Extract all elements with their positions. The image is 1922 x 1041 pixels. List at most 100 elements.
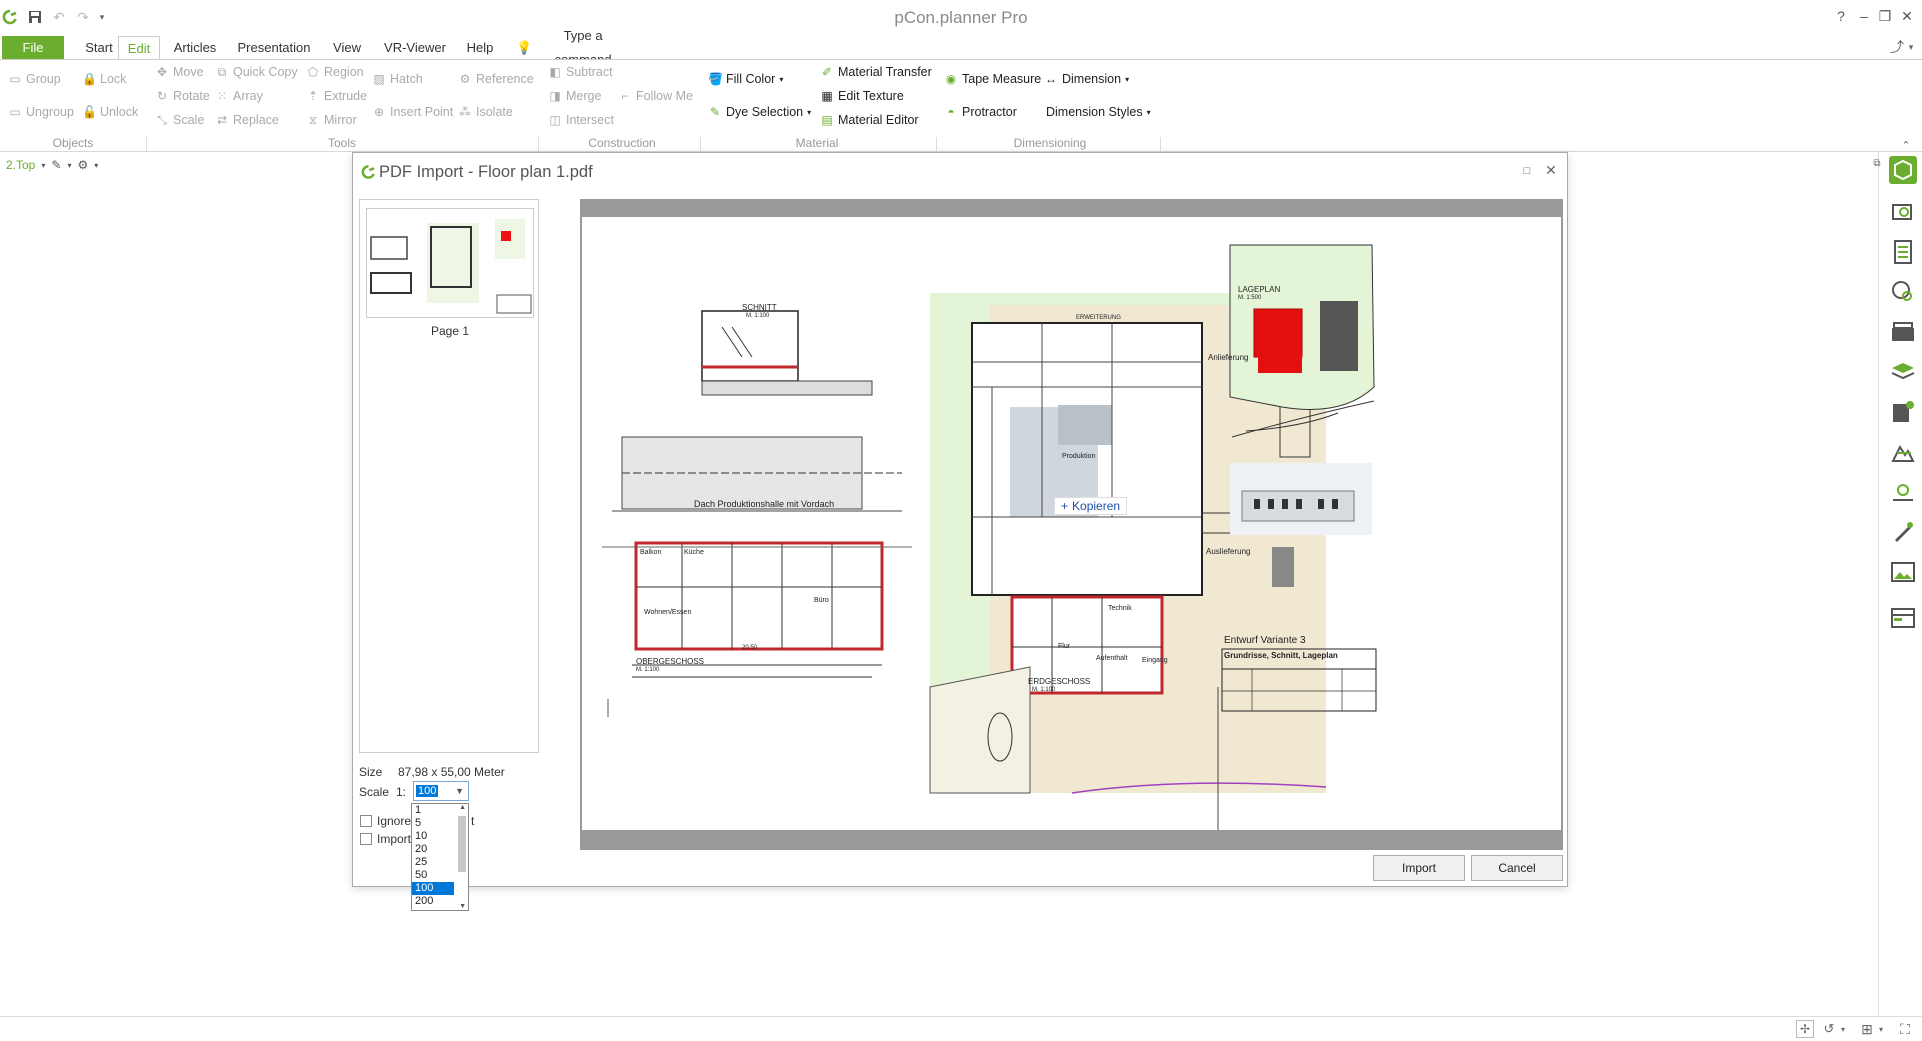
catalog-icon[interactable] bbox=[1889, 156, 1917, 184]
scale-option[interactable]: 200 bbox=[412, 895, 456, 908]
scale-option[interactable]: 25 bbox=[412, 856, 456, 869]
hatch-icon: ▨ bbox=[373, 72, 385, 86]
chevron-down-icon: ▼ bbox=[455, 786, 464, 796]
reference-button[interactable]: ⚙ Reference bbox=[458, 72, 534, 86]
mirror-button[interactable]: ⧖ Mirror bbox=[306, 113, 357, 127]
scene-settings-icon[interactable] bbox=[1889, 398, 1917, 426]
hatch-button[interactable]: ▨ Hatch bbox=[372, 72, 422, 86]
viewport-layout-icon[interactable]: ⊞ bbox=[1858, 1020, 1876, 1038]
scale-option[interactable]: 50 bbox=[412, 869, 456, 882]
extrude-button[interactable]: ⇡ Extrude bbox=[306, 89, 367, 103]
scale-option[interactable]: 5 bbox=[412, 817, 456, 830]
restore-button[interactable]: ❐ bbox=[1874, 6, 1896, 26]
subtract-button[interactable]: ◧ Subtract bbox=[548, 65, 612, 79]
right-sidebar: ⧉ bbox=[1873, 152, 1922, 1032]
import-button[interactable]: Import bbox=[1373, 855, 1465, 881]
dropdown-scrollbar[interactable] bbox=[458, 816, 466, 872]
separator bbox=[700, 137, 701, 151]
isolate-button[interactable]: ⁂ Isolate bbox=[458, 105, 513, 119]
image-icon[interactable] bbox=[1889, 558, 1917, 586]
insert-point-button[interactable]: ⊕ Insert Point bbox=[372, 105, 453, 119]
produktion-label: Produktion bbox=[1062, 453, 1096, 460]
follow-me-icon: ⌐ bbox=[621, 89, 629, 103]
float-panel-icon[interactable]: ⧉ bbox=[1869, 154, 1885, 172]
tab-edit[interactable]: Edit bbox=[118, 36, 160, 60]
file-tab[interactable]: File bbox=[2, 36, 64, 60]
article-list-icon[interactable] bbox=[1889, 238, 1917, 266]
dimension-button[interactable]: ↔ Dimension ▾ bbox=[1044, 72, 1129, 86]
pen-icon[interactable]: ✎ bbox=[51, 158, 61, 172]
tab-presentation[interactable]: Presentation bbox=[236, 36, 312, 60]
storage-box-icon[interactable] bbox=[1889, 318, 1917, 346]
pdf-preview[interactable]: SCHNITT M. 1:100 Dach Produktionshalle m… bbox=[580, 199, 1563, 850]
chevron-down-icon[interactable]: ▾ bbox=[41, 161, 45, 170]
tab-help[interactable]: Help bbox=[464, 36, 496, 60]
unlock-button[interactable]: 🔓 Unlock bbox=[82, 105, 138, 119]
intersect-button[interactable]: ◫ Intersect bbox=[548, 113, 614, 127]
tab-vr-viewer[interactable]: VR-Viewer bbox=[382, 36, 448, 60]
minimize-button[interactable]: – bbox=[1853, 6, 1875, 26]
view-selector[interactable]: 2.Top bbox=[6, 158, 35, 172]
ignore-checkbox[interactable] bbox=[360, 815, 372, 827]
follow-me-button[interactable]: ⌐ Follow Me bbox=[618, 89, 692, 103]
move-button[interactable]: ✥ Move bbox=[155, 65, 204, 79]
import-checkbox[interactable] bbox=[360, 833, 372, 845]
share-dropdown-icon[interactable]: ▾ bbox=[1904, 38, 1918, 56]
rotate-view-icon[interactable]: ↺ bbox=[1820, 1020, 1838, 1038]
chevron-down-icon[interactable]: ▾ bbox=[67, 161, 71, 170]
cancel-button[interactable]: Cancel bbox=[1471, 855, 1563, 881]
scale-option[interactable]: 20 bbox=[412, 843, 456, 856]
replace-button[interactable]: ⇄ Replace bbox=[215, 113, 279, 127]
maximize-dialog-button[interactable]: □ bbox=[1519, 162, 1535, 180]
layers-icon[interactable] bbox=[1889, 358, 1917, 386]
tab-view[interactable]: View bbox=[330, 36, 364, 60]
dimension-styles-button[interactable]: Dimension Styles ▾ bbox=[1046, 105, 1151, 119]
material-editor-button[interactable]: ▤ Material Editor bbox=[820, 113, 918, 127]
help-button[interactable]: ? bbox=[1830, 6, 1852, 26]
scale-combobox[interactable]: 100 ▼ bbox=[413, 781, 469, 801]
eg-scale: M. 1:100 bbox=[1032, 687, 1056, 693]
gear-icon[interactable]: ⚙ bbox=[77, 158, 88, 172]
command-box[interactable]: 💡 Type a command bbox=[516, 28, 630, 67]
search-catalog-icon[interactable] bbox=[1889, 198, 1917, 226]
close-button[interactable]: ✕ bbox=[1896, 6, 1918, 26]
lock-button[interactable]: 🔒 Lock bbox=[82, 72, 126, 86]
fill-color-button[interactable]: 🪣 Fill Color ▾ bbox=[708, 72, 783, 86]
rotate-button[interactable]: ↻ Rotate bbox=[155, 89, 210, 103]
scroll-up-icon[interactable]: ▲ bbox=[459, 804, 466, 811]
chevron-down-icon[interactable]: ▾ bbox=[1838, 1020, 1848, 1038]
edit-texture-button[interactable]: ▦ Edit Texture bbox=[820, 89, 903, 103]
eingang-label: Eingang bbox=[1142, 657, 1168, 664]
merge-button[interactable]: ◨ Merge bbox=[548, 89, 601, 103]
roof-label: Dach Produktionshalle mit Vordach bbox=[694, 499, 835, 509]
separator bbox=[538, 137, 539, 151]
terrain-icon[interactable] bbox=[1889, 438, 1917, 466]
chevron-down-icon[interactable]: ▾ bbox=[1876, 1020, 1886, 1038]
chevron-down-icon[interactable]: ▾ bbox=[94, 161, 98, 170]
dye-selection-button[interactable]: ✎ Dye Selection ▾ bbox=[708, 105, 811, 119]
material-transfer-button[interactable]: ✐ Material Transfer bbox=[820, 65, 932, 79]
scale-button[interactable]: ⤡ Scale bbox=[155, 113, 204, 127]
protractor-button[interactable]: ◓ Protractor bbox=[944, 105, 1017, 119]
scale-option[interactable]: 1 bbox=[412, 804, 456, 817]
scale-option[interactable]: 10 bbox=[412, 830, 456, 843]
snap-toggle-icon[interactable]: ✢ bbox=[1796, 1020, 1814, 1038]
web-search-icon[interactable] bbox=[1889, 278, 1917, 306]
array-button[interactable]: ⁙ Array bbox=[215, 89, 263, 103]
fullscreen-icon[interactable]: ⛶ bbox=[1896, 1020, 1914, 1038]
quick-copy-button[interactable]: ⧉ Quick Copy bbox=[215, 65, 298, 79]
region-button[interactable]: ⬠ Region bbox=[306, 65, 364, 79]
sun-icon[interactable] bbox=[1889, 478, 1917, 506]
group-button[interactable]: ▭ Group bbox=[8, 72, 60, 86]
tape-measure-button[interactable]: ◉ Tape Measure bbox=[944, 72, 1041, 86]
scale-option-selected[interactable]: 100 bbox=[412, 882, 454, 895]
table-icon[interactable] bbox=[1889, 604, 1917, 632]
tab-start[interactable]: Start bbox=[74, 36, 124, 60]
pen-tool-icon[interactable] bbox=[1889, 518, 1917, 546]
group-label-construction: Construction bbox=[588, 136, 656, 150]
ungroup-button[interactable]: ▭ Ungroup bbox=[8, 105, 74, 119]
close-dialog-button[interactable]: ✕ bbox=[1543, 161, 1559, 179]
tab-articles[interactable]: Articles bbox=[172, 36, 218, 60]
scroll-down-icon[interactable]: ▼ bbox=[459, 903, 466, 910]
page-thumbnail[interactable] bbox=[366, 208, 534, 318]
